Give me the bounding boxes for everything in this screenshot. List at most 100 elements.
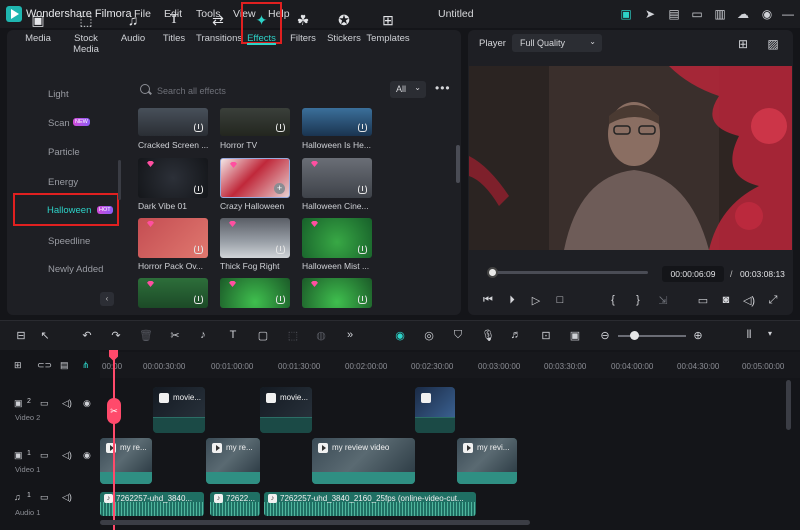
audio-clip[interactable]: ♪ 7262257-uhd_3840... xyxy=(100,492,204,516)
stop-icon[interactable]: □ xyxy=(553,294,567,306)
zoom-slider[interactable] xyxy=(618,335,686,337)
collapse-panel-button[interactable]: ‹ xyxy=(100,292,114,306)
mark-out-icon[interactable]: } xyxy=(631,294,645,306)
folder-icon[interactable]: ▭ xyxy=(40,398,49,409)
quality-select[interactable]: Full Quality ⌄ xyxy=(512,34,602,52)
video-1-clip[interactable]: my revi... xyxy=(457,438,517,484)
timeline-horizontal-scrollbar[interactable] xyxy=(100,520,530,525)
send-icon[interactable]: ➤ xyxy=(643,7,657,21)
effect-thumb[interactable] xyxy=(302,278,372,308)
video-2-clip[interactable] xyxy=(415,387,455,433)
audio-mix-icon[interactable]: ♬ xyxy=(509,329,523,341)
search-input[interactable]: Search all effects xyxy=(157,86,226,96)
fullscreen-icon[interactable]: ⤢ xyxy=(766,294,780,307)
select-tool-icon[interactable]: ↖ xyxy=(38,329,52,342)
insert-icon[interactable]: ⇲ xyxy=(656,294,670,307)
microphone-icon[interactable]: 🎙 xyxy=(481,329,495,342)
effect-thumb-crazy-halloween[interactable]: + xyxy=(220,158,290,198)
redo-icon[interactable]: ↷ xyxy=(109,329,123,342)
audio-stretch-icon[interactable]: ♪ xyxy=(196,329,210,341)
effect-thumb-cracked-screen[interactable] xyxy=(138,108,208,136)
category-light[interactable]: Light xyxy=(48,89,69,100)
effect-thumb-halloween-is-here[interactable] xyxy=(302,108,372,136)
category-speedline[interactable]: Speedline xyxy=(48,236,90,247)
image-icon[interactable]: ▨ xyxy=(766,37,780,51)
chevron-down-icon[interactable]: ▾ xyxy=(763,329,777,338)
category-halloween[interactable]: Halloween HOT xyxy=(13,193,119,226)
tab-templates[interactable]: ⊞ Templates xyxy=(366,12,410,44)
columns-icon[interactable]: ⦀ xyxy=(742,329,756,342)
folder-icon[interactable]: ▭ xyxy=(40,492,49,503)
tab-transitions[interactable]: ⇄ Transitions xyxy=(196,12,242,44)
effect-thumb-horror-tv[interactable] xyxy=(220,108,290,136)
color-icon[interactable]: ◍ xyxy=(314,329,328,342)
tab-titles[interactable]: T Titles xyxy=(154,12,194,44)
save-icon[interactable]: ▭ xyxy=(690,7,704,21)
audio-clip[interactable]: ♪ 7262257-uhd_3840_2160_25fps (online-vi… xyxy=(264,492,476,516)
cut-icon[interactable]: ✂ xyxy=(168,329,182,342)
add-icon[interactable]: + xyxy=(274,183,285,194)
audio-clip[interactable]: ♪ 72622... xyxy=(210,492,260,516)
snapshot-icon[interactable]: ◙ xyxy=(719,294,733,306)
zoom-out-icon[interactable]: ⊖ xyxy=(598,329,612,342)
video-1-clip[interactable]: my re... xyxy=(206,438,260,484)
magnet-icon[interactable]: ⋔ xyxy=(82,360,90,371)
mask-icon[interactable]: ⬚ xyxy=(286,329,300,342)
effect-thumb[interactable] xyxy=(138,278,208,308)
speaker-icon[interactable]: ◁) xyxy=(62,398,72,409)
mark-in-icon[interactable]: { xyxy=(606,294,620,306)
shield-icon[interactable]: ⛉ xyxy=(451,329,465,342)
tab-audio[interactable]: ♫ Audio xyxy=(113,12,153,44)
ai-assist-icon[interactable]: ◉ xyxy=(393,329,407,342)
category-newly-added[interactable]: Newly Added xyxy=(48,264,103,275)
speaker-icon[interactable]: ◁) xyxy=(62,492,72,503)
caption-icon[interactable]: ▣ xyxy=(568,329,582,342)
tab-media[interactable]: ▣ Media xyxy=(18,12,58,44)
add-track-icon[interactable]: ⊞ xyxy=(14,360,22,371)
zoom-slider-handle[interactable] xyxy=(630,331,639,340)
cloud-icon[interactable]: ☁ xyxy=(736,7,750,21)
seek-bar[interactable] xyxy=(488,271,648,274)
video-preview[interactable] xyxy=(469,66,792,250)
delete-icon[interactable]: 🗑 xyxy=(139,329,153,342)
category-scrollbar[interactable] xyxy=(118,160,121,200)
user-icon[interactable]: ◉ xyxy=(760,7,774,21)
monitor-icon[interactable]: ▭ xyxy=(696,294,710,307)
effect-thumb-dark-vibe[interactable] xyxy=(138,158,208,198)
effect-thumb-halloween-cinematic[interactable] xyxy=(302,158,372,198)
play-backward-icon[interactable]: ⏵ xyxy=(505,294,519,307)
minimize-icon[interactable]: — xyxy=(781,7,795,21)
layout-toggle-icon[interactable]: ⊟ xyxy=(14,329,28,342)
gift-icon[interactable]: ▣ xyxy=(619,7,633,21)
eye-icon[interactable]: ◉ xyxy=(83,398,91,409)
tab-effects[interactable]: ✦ Effects xyxy=(241,2,282,45)
tab-stickers[interactable]: ✪ Stickers xyxy=(324,12,364,44)
folder-icon[interactable]: ▭ xyxy=(40,450,49,461)
render-icon[interactable]: ◎ xyxy=(422,329,436,342)
timeline-vertical-scrollbar[interactable] xyxy=(786,380,791,430)
previous-frame-icon[interactable]: ⏮ xyxy=(481,294,495,307)
track-manager-icon[interactable]: ▤ xyxy=(60,360,69,371)
undo-icon[interactable]: ↶ xyxy=(80,329,94,342)
effect-thumb-thick-fog-right[interactable] xyxy=(220,218,290,258)
tab-filters[interactable]: ☘ Filters xyxy=(283,12,323,44)
eye-icon[interactable]: ◉ xyxy=(83,450,91,461)
grid-view-icon[interactable]: ⊞ xyxy=(736,37,750,51)
category-scan[interactable]: Scan xyxy=(48,118,70,129)
scissors-icon[interactable]: ✂ xyxy=(107,398,121,424)
storage-icon[interactable]: ▥ xyxy=(713,7,727,21)
subtitle-icon[interactable]: ⊡ xyxy=(539,329,553,342)
filter-select[interactable]: All ⌄ xyxy=(390,81,426,98)
category-energy[interactable]: Energy xyxy=(48,177,78,188)
link-icon[interactable]: ⊂⊃ xyxy=(37,360,52,371)
video-1-clip[interactable]: my review video xyxy=(312,438,415,484)
crop-icon[interactable]: ▢ xyxy=(256,329,270,342)
layout-icon[interactable]: ▤ xyxy=(667,7,681,21)
text-tool-icon[interactable]: T xyxy=(226,329,240,341)
play-icon[interactable]: ▷ xyxy=(529,294,543,307)
video-1-clip[interactable]: my re... xyxy=(100,438,152,484)
effect-thumb-halloween-mist[interactable] xyxy=(302,218,372,258)
playhead-line[interactable] xyxy=(113,352,115,530)
effect-thumb-horror-pack[interactable] xyxy=(138,218,208,258)
effects-scrollbar[interactable] xyxy=(456,145,460,183)
